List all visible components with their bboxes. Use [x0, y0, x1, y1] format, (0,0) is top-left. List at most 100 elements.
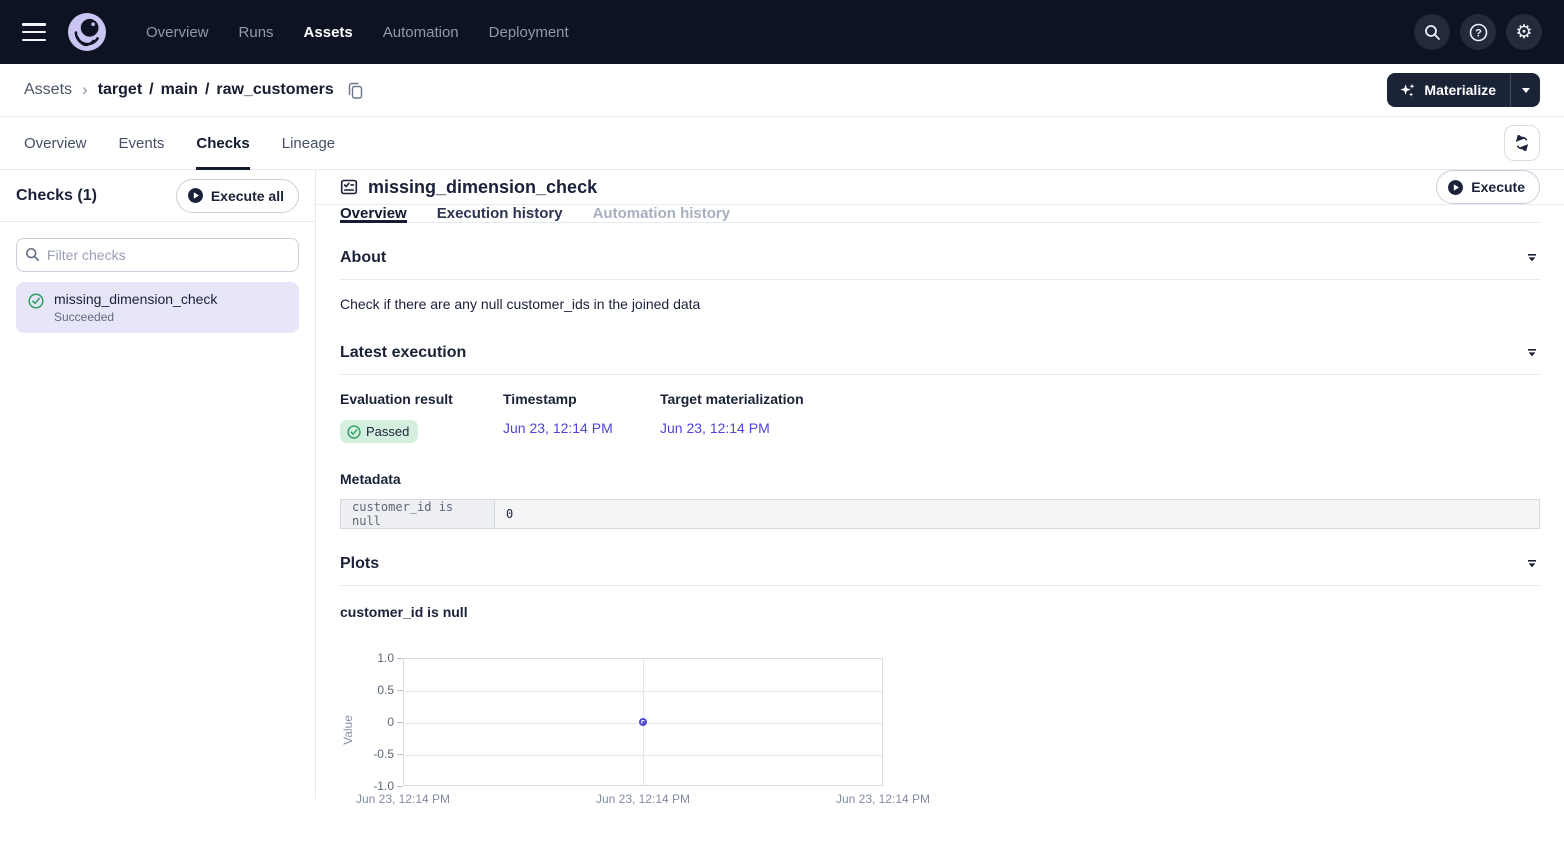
search-button[interactable]: [1414, 14, 1450, 50]
breadcrumb: Assets › target / main / raw_customers: [24, 80, 363, 100]
copy-icon: [348, 82, 363, 99]
breadcrumb-separator: ›: [82, 80, 88, 100]
gear-icon: ⚙: [1515, 21, 1532, 44]
asset-key-leaf: raw_customers: [216, 81, 333, 99]
latest-execution-heading: Latest execution: [340, 344, 466, 362]
materialize-dropdown-button[interactable]: [1510, 73, 1540, 107]
materialize-split-button: Materialize: [1387, 73, 1540, 107]
status-badge: Passed: [340, 420, 418, 443]
page-body: Checks (1) Execute all: [0, 170, 1564, 799]
navbar-actions: ? ⚙: [1414, 14, 1542, 50]
metadata-heading: Metadata: [340, 443, 1540, 499]
x-tick: Jun 23, 12:14 PM: [823, 792, 943, 806]
plots-heading: Plots: [340, 555, 379, 573]
check-description: Check if there are any null customer_ids…: [340, 280, 1540, 318]
check-list-item[interactable]: missing_dimension_check Succeeded: [16, 282, 299, 333]
sparkle-icon: [1399, 82, 1416, 99]
tab-checks[interactable]: Checks: [196, 117, 249, 169]
materialize-button[interactable]: Materialize: [1387, 73, 1510, 107]
check-detail-content: About Check if there are any null custom…: [316, 223, 1564, 810]
top-navbar: Overview Runs Assets Automation Deployme…: [0, 0, 1564, 64]
execute-all-button[interactable]: Execute all: [176, 179, 299, 213]
col-evaluation-result: Evaluation result: [340, 391, 503, 407]
value-scatter-chart: Value 1.0 0.5 0 -0.5 -1.0 Jun: [340, 650, 980, 810]
timestamp-link[interactable]: Jun 23, 12:14 PM: [503, 420, 660, 436]
check-status: Succeeded: [54, 310, 217, 324]
asset-tabs: Overview Events Checks Lineage: [24, 117, 335, 169]
nav-item-runs[interactable]: Runs: [239, 24, 274, 41]
checks-sidebar: Checks (1) Execute all: [0, 170, 316, 799]
about-section-header: About: [340, 223, 1540, 279]
about-heading: About: [340, 249, 386, 267]
hamburger-menu-icon[interactable]: [22, 23, 46, 41]
tab-execution-history[interactable]: Execution history: [437, 205, 563, 222]
col-target-materialization: Target materialization: [660, 391, 804, 407]
latest-execution-grid: Evaluation result Passed Timestamp Jun 2…: [340, 375, 1540, 443]
check-circle-icon: [28, 293, 44, 309]
y-axis-label: Value: [341, 715, 355, 745]
latest-execution-section-header: Latest execution: [340, 318, 1540, 374]
y-tick: -0.5: [354, 747, 394, 761]
help-button[interactable]: ?: [1460, 14, 1496, 50]
asset-tabs-row: Overview Events Checks Lineage: [0, 117, 1564, 170]
plot-title: customer_id is null: [340, 586, 1540, 620]
col-timestamp: Timestamp: [503, 391, 660, 407]
nav-item-overview[interactable]: Overview: [146, 24, 209, 41]
check-detail-title: missing_dimension_check: [368, 177, 597, 198]
check-detail-tabs: Overview Execution history Automation hi…: [340, 205, 1540, 223]
metadata-table: customer_id is null 0: [340, 499, 1540, 529]
asset-check-icon: [340, 178, 358, 196]
y-tick: 0: [354, 715, 394, 729]
breadcrumb-assets-link[interactable]: Assets: [24, 81, 72, 99]
asset-key-slash: /: [149, 81, 153, 99]
collapse-latest-execution-button[interactable]: [1524, 346, 1540, 360]
nav-item-automation[interactable]: Automation: [383, 24, 459, 41]
target-materialization-link[interactable]: Jun 23, 12:14 PM: [660, 420, 804, 436]
breadcrumb-row: Assets › target / main / raw_customers M…: [0, 64, 1564, 117]
settings-button[interactable]: ⚙: [1506, 14, 1542, 50]
plots-section-header: Plots: [340, 529, 1540, 585]
execute-all-label: Execute all: [211, 188, 284, 204]
tab-check-overview[interactable]: Overview: [340, 205, 407, 222]
execute-label: Execute: [1471, 179, 1525, 195]
filter-checks-input[interactable]: [16, 238, 299, 272]
data-point[interactable]: [639, 718, 647, 726]
dagster-logo[interactable]: [68, 13, 106, 51]
check-name: missing_dimension_check: [54, 291, 217, 307]
collapse-plots-button[interactable]: [1524, 557, 1540, 571]
x-tick: Jun 23, 12:14 PM: [343, 792, 463, 806]
question-icon: ?: [1469, 23, 1488, 42]
tab-lineage[interactable]: Lineage: [282, 117, 335, 169]
refresh-icon: [1514, 135, 1530, 151]
asset-key-part[interactable]: target: [98, 81, 142, 99]
y-tick: 1.0: [354, 651, 394, 665]
search-icon: [1424, 24, 1441, 41]
svg-text:?: ?: [1475, 27, 1482, 39]
nav-item-deployment[interactable]: Deployment: [489, 24, 569, 41]
check-circle-icon: [347, 425, 361, 439]
asset-key-path: target / main / raw_customers: [98, 81, 334, 99]
chevron-down-icon: [1522, 88, 1530, 93]
nav-item-assets[interactable]: Assets: [304, 24, 353, 41]
collapse-caret-icon: [1526, 253, 1538, 263]
play-icon: [1447, 179, 1464, 196]
check-detail-pane: missing_dimension_check Execute Overview…: [316, 170, 1564, 799]
search-icon: [25, 247, 40, 262]
evaluation-result-value: Passed: [366, 424, 409, 439]
asset-key-part[interactable]: main: [161, 81, 198, 99]
refresh-button[interactable]: [1504, 125, 1540, 161]
asset-key-slash: /: [205, 81, 209, 99]
tab-overview[interactable]: Overview: [24, 117, 87, 169]
y-tick: -1.0: [354, 779, 394, 793]
collapse-caret-icon: [1526, 348, 1538, 358]
primary-nav: Overview Runs Assets Automation Deployme…: [146, 24, 569, 41]
play-icon: [187, 187, 204, 204]
checks-panel-header: Checks (1) Execute all: [0, 170, 315, 222]
execute-button[interactable]: Execute: [1436, 170, 1540, 204]
filter-checks-wrap: [16, 238, 299, 272]
collapse-about-button[interactable]: [1524, 251, 1540, 265]
tab-events[interactable]: Events: [119, 117, 165, 169]
checks-count-title: Checks (1): [16, 187, 97, 205]
y-tick: 0.5: [354, 683, 394, 697]
copy-asset-key-button[interactable]: [348, 82, 363, 99]
